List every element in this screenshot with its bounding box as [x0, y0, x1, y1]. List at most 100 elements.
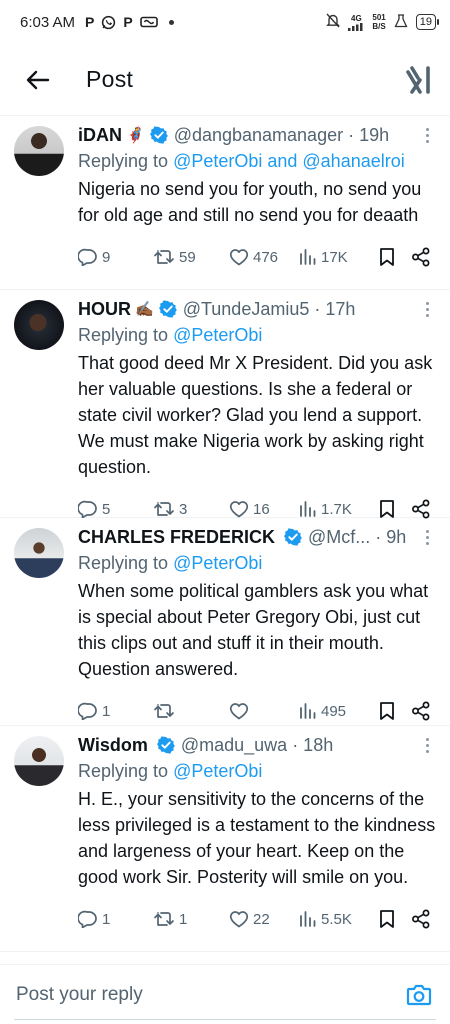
- bookmark-icon: [379, 909, 395, 929]
- status-time: 6:03 AM: [20, 13, 76, 31]
- camera-button[interactable]: [404, 980, 434, 1010]
- avatar[interactable]: [14, 300, 64, 350]
- reply-tweet[interactable]: iDAN 🦸 @dangbanamanager · 19h Replying t…: [0, 116, 450, 290]
- reply-input[interactable]: Post your reply: [16, 984, 404, 1006]
- reply-button[interactable]: 1: [78, 910, 153, 928]
- like-count: 476: [253, 248, 279, 266]
- repost-button[interactable]: 59: [153, 248, 229, 266]
- author-name[interactable]: CHARLES FREDERICK: [78, 527, 275, 548]
- replying-to-link[interactable]: @PeterObi: [173, 325, 262, 345]
- views-button[interactable]: 1.7K: [299, 500, 379, 518]
- status-right: 4G 501 B/S 19: [326, 13, 440, 31]
- battery-level: 19: [419, 16, 432, 28]
- views-count: 495: [321, 702, 347, 720]
- replying-to-link[interactable]: @PeterObi: [173, 761, 262, 781]
- camera-icon: [406, 984, 432, 1005]
- bookmark-icon: [379, 499, 395, 519]
- avatar[interactable]: [14, 736, 64, 786]
- author-handle[interactable]: @Mcf...: [308, 527, 370, 548]
- bookmark-button[interactable]: [379, 701, 411, 721]
- reply-count: 5: [102, 500, 111, 518]
- tweet-text: When some political gamblers ask you wha…: [78, 581, 429, 679]
- author-name[interactable]: iDAN: [78, 125, 122, 146]
- tweet-content: Wisdom @madu_uwa · 18h Replying to @Pete…: [78, 732, 436, 951]
- like-icon: [229, 910, 249, 928]
- bookmark-button[interactable]: [379, 499, 411, 519]
- speed-unit: B/S: [372, 22, 386, 31]
- grok-icon: [406, 66, 430, 94]
- repost-count: 3: [179, 500, 188, 518]
- tweet-content: HOUR ✍🏾 @TundeJamiu5 · 17h Replying to @…: [78, 296, 436, 519]
- avatar[interactable]: [14, 528, 64, 578]
- like-button[interactable]: 476: [229, 248, 299, 266]
- replying-prefix: Replying to: [78, 761, 174, 781]
- views-button[interactable]: 5.5K: [299, 910, 379, 928]
- tweet-actions: 9 59 476 17K: [78, 234, 436, 280]
- views-count: 1.7K: [321, 500, 352, 518]
- tweet-actions: 1 1 22 5.5K: [78, 896, 436, 942]
- repost-icon: [153, 702, 175, 720]
- tweet-time: · 18h: [292, 734, 334, 755]
- x-grok-logo[interactable]: [406, 66, 432, 99]
- share-button[interactable]: [411, 247, 431, 267]
- p-app-icon: P: [85, 14, 95, 30]
- more-options-icon[interactable]: [426, 738, 432, 756]
- share-button[interactable]: [411, 909, 431, 929]
- share-button[interactable]: [411, 499, 431, 519]
- reply-underline: [14, 1019, 436, 1020]
- reply-button[interactable]: 9: [78, 248, 153, 266]
- author-handle[interactable]: @madu_uwa: [181, 735, 287, 756]
- tweet-text: That good deed Mr X President. Did you a…: [78, 353, 433, 477]
- repost-icon: [153, 248, 175, 266]
- replying-to-link[interactable]: @PeterObi and @ahanaelroi: [173, 151, 405, 171]
- avatar[interactable]: [14, 126, 64, 176]
- more-options-icon[interactable]: [426, 530, 432, 548]
- reply-count: 1: [102, 702, 111, 720]
- replying-to: Replying to @PeterObi: [78, 550, 436, 576]
- speed-indicator: 501 B/S: [372, 13, 385, 31]
- tweet-text: H. E., your sensitivity to the concerns …: [78, 789, 436, 887]
- like-count: 22: [253, 910, 270, 928]
- more-options-icon[interactable]: [426, 128, 432, 146]
- replying-to-link[interactable]: @PeterObi: [173, 553, 262, 573]
- bookmark-icon: [379, 247, 395, 267]
- like-button[interactable]: [229, 702, 299, 720]
- tweet-content: iDAN 🦸 @dangbanamanager · 19h Replying t…: [78, 122, 436, 289]
- like-icon: [229, 248, 249, 266]
- like-button[interactable]: 22: [229, 910, 299, 928]
- bookmark-button[interactable]: [379, 909, 411, 929]
- vpn-icon: [394, 13, 408, 31]
- views-button[interactable]: 495: [299, 702, 379, 720]
- views-icon: [299, 500, 317, 518]
- repost-button[interactable]: 1: [153, 910, 229, 928]
- reply-icon: [78, 500, 98, 518]
- views-icon: [299, 248, 317, 266]
- author-name[interactable]: HOUR: [78, 299, 131, 320]
- infinity-icon: [139, 16, 158, 28]
- tweet-header: CHARLES FREDERICK @Mcf... · 9h: [78, 524, 436, 550]
- views-icon: [299, 910, 317, 928]
- author-handle[interactable]: @TundeJamiu5: [183, 299, 310, 320]
- reply-tweet[interactable]: Wisdom @madu_uwa · 18h Replying to @Pete…: [0, 726, 450, 952]
- share-button[interactable]: [411, 701, 431, 721]
- status-bar: 6:03 AM P P 4G 501 B/S 19: [0, 0, 450, 44]
- author-name[interactable]: Wisdom: [78, 735, 148, 756]
- reply-tweet[interactable]: HOUR ✍🏾 @TundeJamiu5 · 17h Replying to @…: [0, 290, 450, 519]
- reply-icon: [78, 702, 98, 720]
- author-handle[interactable]: @dangbanamanager: [174, 125, 343, 146]
- reply-tweet[interactable]: CHARLES FREDERICK @Mcf... · 9h Replying …: [0, 518, 450, 726]
- reply-button[interactable]: 1: [78, 702, 153, 720]
- like-button[interactable]: 16: [229, 500, 299, 518]
- views-count: 17K: [321, 248, 348, 266]
- status-left: 6:03 AM P P: [20, 14, 174, 31]
- verified-badge-icon: [156, 736, 175, 754]
- post-header: Post: [0, 44, 450, 116]
- bookmark-button[interactable]: [379, 247, 411, 267]
- back-button[interactable]: [20, 62, 56, 98]
- reply-button[interactable]: 5: [78, 500, 153, 518]
- repost-button[interactable]: 3: [153, 500, 229, 518]
- like-icon: [229, 702, 249, 720]
- repost-button[interactable]: [153, 702, 229, 720]
- views-button[interactable]: 17K: [299, 248, 379, 266]
- more-options-icon[interactable]: [426, 302, 432, 320]
